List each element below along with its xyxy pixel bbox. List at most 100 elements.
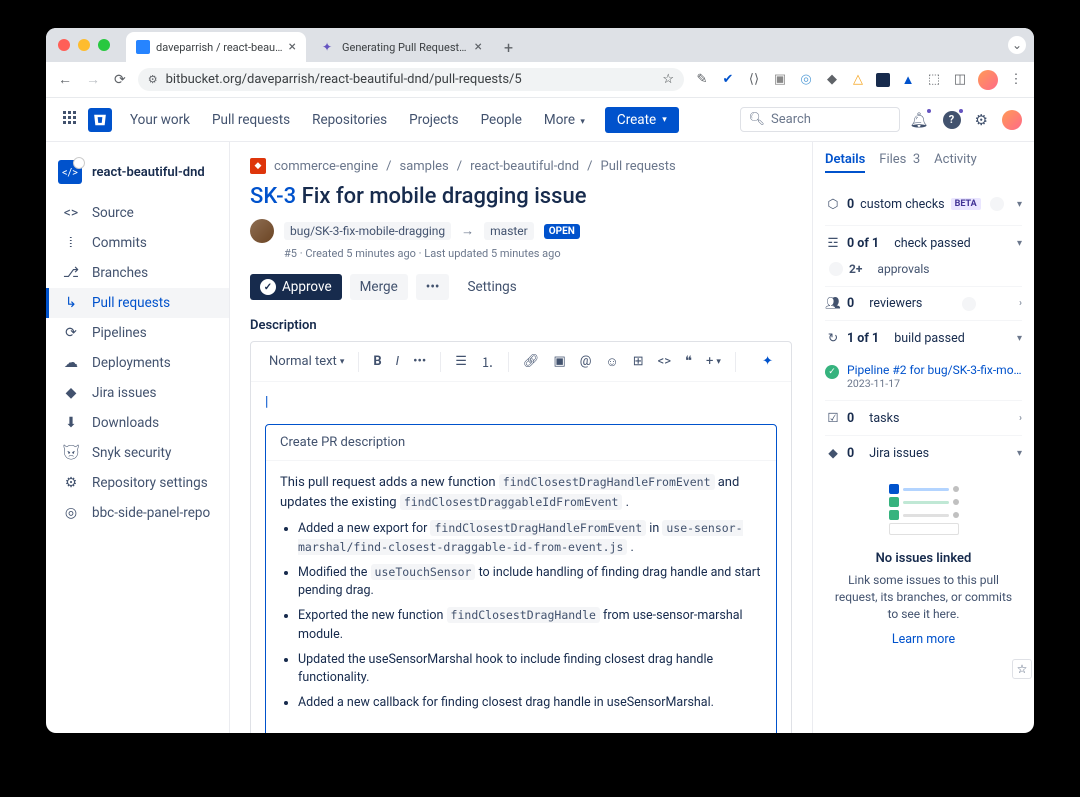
image-button[interactable]: ▣: [549, 352, 569, 371]
extension-icon[interactable]: ✎: [694, 72, 710, 88]
extensions-button[interactable]: ⬚: [926, 72, 942, 88]
nav-more[interactable]: More ▾: [536, 108, 593, 132]
minimize-window-icon[interactable]: [78, 39, 90, 51]
more-formatting-button[interactable]: •••: [409, 352, 430, 371]
browser-menu-icon[interactable]: ⋮: [1008, 72, 1024, 88]
nav-pull-requests[interactable]: Pull requests: [204, 108, 298, 132]
nav-your-work[interactable]: Your work: [122, 108, 198, 132]
side-panel-icon[interactable]: ◫: [952, 72, 968, 88]
quote-button[interactable]: ❝: [681, 352, 696, 371]
tab-details[interactable]: Details: [825, 152, 865, 173]
sidebar-item-bbc-panel[interactable]: ◎bbc-side-panel-repo: [46, 498, 229, 528]
ai-assist-button[interactable]: ✦: [758, 352, 777, 371]
extension-icon[interactable]: ▣: [772, 72, 788, 88]
sidebar-item-commits[interactable]: ⵂCommits: [46, 228, 229, 258]
breadcrumb-link[interactable]: samples: [399, 159, 448, 174]
notifications-icon[interactable]: 🔔︎: [906, 107, 933, 133]
tab-close-icon[interactable]: ×: [475, 40, 482, 54]
source-branch[interactable]: bug/SK-3-fix-mobile-dragging: [284, 222, 451, 240]
breadcrumb-current: Pull requests: [601, 159, 676, 174]
mention-button[interactable]: @: [576, 352, 596, 371]
sidebar-item-jira[interactable]: ◆Jira issues: [46, 378, 229, 408]
user-avatar-icon[interactable]: [1002, 110, 1022, 130]
extension-icon[interactable]: ✔: [720, 72, 736, 88]
sidebar-item-pull-requests[interactable]: ↳Pull requests: [46, 288, 229, 318]
sidebar-item-repo-settings[interactable]: ⚙Repository settings: [46, 468, 229, 498]
browser-tab-active[interactable]: daveparrish / react-beautiful ×: [126, 32, 306, 62]
url-input[interactable]: ⚙ bitbucket.org/daveparrish/react-beauti…: [138, 68, 684, 91]
approve-button[interactable]: ✓Approve: [250, 274, 342, 300]
dest-branch[interactable]: master: [484, 222, 534, 240]
checks-passed-row[interactable]: ☲ 0 of 1 check passed ▾: [825, 225, 1022, 260]
pipeline-link[interactable]: ✓ Pipeline #2 for bug/SK-3-fix-mobil... …: [825, 355, 1022, 394]
extension-icon[interactable]: ▲: [900, 72, 916, 88]
more-actions-button[interactable]: •••: [416, 274, 450, 300]
custom-checks-row[interactable]: ⬡ 0 custom checks BETA ▾: [825, 187, 1022, 221]
merge-button[interactable]: Merge: [350, 274, 408, 300]
code-button[interactable]: <>: [654, 352, 675, 371]
nav-projects[interactable]: Projects: [401, 108, 467, 132]
star-button[interactable]: ☆: [1012, 659, 1032, 679]
reload-button[interactable]: ⟳: [112, 70, 128, 90]
chevron-down-icon: ▾: [1017, 333, 1022, 344]
learn-more-link[interactable]: Learn more: [825, 632, 1022, 647]
sidebar-item-source[interactable]: <>Source: [46, 198, 229, 228]
breadcrumb-link[interactable]: react-beautiful-dnd: [470, 159, 579, 174]
close-window-icon[interactable]: [58, 39, 70, 51]
bullet-list-button[interactable]: ☰: [451, 352, 471, 371]
link-button[interactable]: 🔗︎: [519, 352, 544, 371]
nav-people[interactable]: People: [473, 108, 530, 132]
sidebar-item-branches[interactable]: ⎇Branches: [46, 258, 229, 288]
bookmark-star-icon[interactable]: ☆: [662, 72, 674, 87]
maximize-window-icon[interactable]: [98, 39, 110, 51]
tab-files[interactable]: Files 3: [879, 152, 920, 173]
reviewers-row[interactable]: 👥︎ 0 reviewers ›: [825, 286, 1022, 320]
numbered-list-button[interactable]: ⒈: [477, 350, 498, 373]
panel-icon: ◎: [62, 505, 80, 521]
pipeline-name: Pipeline #2 for bug/SK-3-fix-mobil...: [847, 363, 1022, 377]
extension-icon[interactable]: △: [850, 72, 866, 88]
tasks-row[interactable]: ☑ 0 tasks ›: [825, 400, 1022, 435]
repo-header[interactable]: </> react-beautiful-dnd: [46, 154, 229, 198]
issue-key-link[interactable]: SK-3: [250, 184, 296, 209]
sidebar-item-snyk[interactable]: 👿︎Snyk security: [46, 438, 229, 468]
breadcrumb-link[interactable]: commerce-engine: [274, 159, 378, 174]
extension-icon[interactable]: ◎: [798, 72, 814, 88]
create-button[interactable]: Create▾: [605, 107, 679, 133]
browser-tab-inactive[interactable]: ✦ Generating Pull Request Des ×: [312, 32, 492, 62]
site-settings-icon[interactable]: ⚙: [148, 73, 158, 86]
settings-button[interactable]: Settings: [457, 274, 526, 300]
jira-issues-row[interactable]: ◆ 0 Jira issues ▾: [825, 435, 1022, 470]
italic-button[interactable]: I: [392, 352, 403, 371]
extension-icon[interactable]: ⟨⟩: [746, 72, 762, 88]
help-icon[interactable]: ?: [939, 107, 965, 133]
insert-menu-button[interactable]: + ▾: [702, 352, 725, 371]
table-button[interactable]: ⊞: [629, 352, 648, 371]
search-input[interactable]: 🔍︎ Search: [740, 107, 900, 132]
sidebar-item-downloads[interactable]: ⬇Downloads: [46, 408, 229, 438]
sidebar-item-deployments[interactable]: ☁Deployments: [46, 348, 229, 378]
extension-icon[interactable]: ◆: [824, 72, 840, 88]
bold-button[interactable]: B: [369, 352, 385, 371]
back-button[interactable]: ←: [56, 69, 74, 90]
text-style-dropdown[interactable]: Normal text ▾: [265, 352, 348, 371]
chevron-down-icon: ▾: [580, 117, 585, 127]
new-tab-button[interactable]: +: [498, 38, 519, 57]
tab-overflow-button[interactable]: ⌄: [1008, 36, 1026, 54]
author-avatar-icon[interactable]: [250, 219, 274, 243]
build-row[interactable]: ↻ 1 of 1 build passed ▾: [825, 320, 1022, 355]
profile-avatar-icon[interactable]: [978, 70, 998, 90]
approvals-row: 2+ approvals: [825, 256, 1022, 286]
nav-repositories[interactable]: Repositories: [304, 108, 395, 132]
extension-icon[interactable]: [876, 73, 890, 87]
app-switcher-icon[interactable]: [58, 106, 82, 134]
bitbucket-logo-icon[interactable]: [88, 108, 112, 132]
settings-icon[interactable]: ⚙: [971, 107, 992, 133]
forward-button[interactable]: →: [84, 69, 102, 90]
sidebar-item-pipelines[interactable]: ⟳Pipelines: [46, 318, 229, 348]
tab-close-icon[interactable]: ×: [289, 40, 296, 54]
emoji-button[interactable]: ☺: [601, 352, 622, 372]
tab-activity[interactable]: Activity: [934, 152, 977, 173]
editor-body[interactable]: | Create PR description This pull reques…: [251, 382, 791, 733]
search-placeholder: Search: [771, 112, 811, 127]
